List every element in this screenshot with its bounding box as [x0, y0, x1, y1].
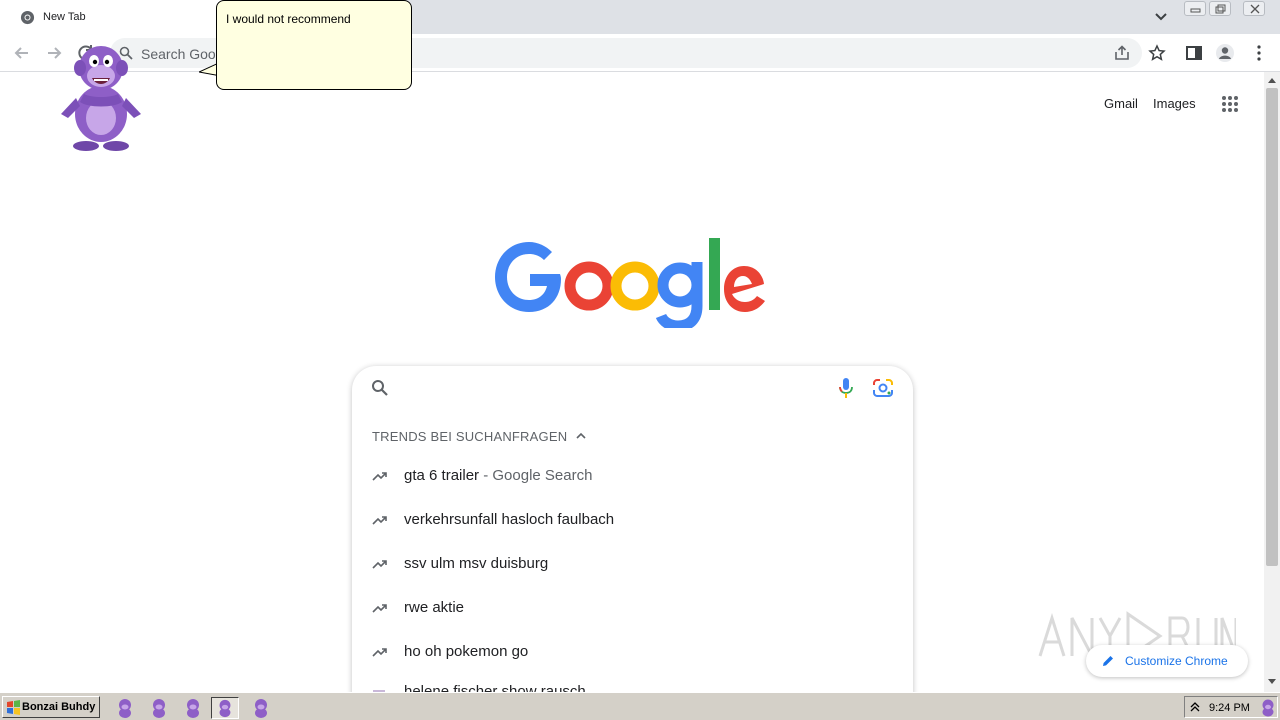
bonzi-task-icon[interactable] — [179, 697, 207, 719]
bonzi-task-icon[interactable] — [111, 697, 139, 719]
back-arrow-icon[interactable] — [12, 43, 32, 63]
start-button[interactable]: Bonzai Buhdy — [2, 696, 100, 718]
start-button-label: Bonzai Buhdy — [22, 701, 96, 713]
trending-up-icon — [372, 472, 387, 481]
trending-up-icon — [372, 516, 387, 525]
speech-bubble-text: I would not recommend — [226, 12, 351, 26]
suggestion-text: ssv ulm msv duisburg — [404, 555, 549, 572]
trending-up-icon — [372, 604, 387, 613]
speech-bubble[interactable]: I would not recommend — [216, 0, 412, 90]
trending-up-icon — [372, 560, 387, 569]
bonzi-task-icon-active[interactable] — [211, 697, 239, 719]
minimize-button[interactable] — [1184, 1, 1206, 16]
tab-strip: New Tab — [0, 0, 1280, 34]
google-lens-camera-icon[interactable] — [872, 378, 894, 398]
chrome-icon — [20, 10, 35, 25]
trend-suggestion[interactable]: gta 6 trailer - Google Search — [352, 456, 913, 500]
page-scrollbar[interactable] — [1264, 72, 1280, 692]
trend-suggestion[interactable]: ho oh pokemon go — [352, 632, 913, 676]
scroll-down-arrow-icon[interactable] — [1268, 679, 1276, 685]
gmail-link[interactable]: Gmail — [1104, 96, 1138, 111]
trending-up-icon — [372, 648, 387, 657]
trend-suggestion[interactable]: rwe aktie — [352, 588, 913, 632]
windows-logo-icon — [7, 700, 20, 715]
customize-chrome-button[interactable]: Customize Chrome — [1086, 645, 1248, 677]
bonzi-task-icon[interactable] — [145, 697, 173, 719]
bonzi-buddy-character[interactable] — [58, 38, 144, 152]
chevron-up-icon[interactable] — [1190, 701, 1200, 713]
suggestion-text: rwe aktie — [404, 599, 465, 616]
more-menu-icon[interactable] — [1249, 43, 1269, 63]
restore-button[interactable] — [1209, 1, 1231, 16]
bookmark-star-icon[interactable] — [1148, 44, 1166, 62]
screen: New Tab Search Google Gmail Images TREND… — [0, 0, 1280, 720]
suggestion-text: gta 6 trailer — [404, 467, 480, 484]
suggestion-text: ho oh pokemon go — [404, 643, 529, 660]
search-box-dropdown[interactable]: TRENDS BEI SUCHANFRAGEN gta 6 trailer - … — [352, 366, 913, 706]
trend-suggestion[interactable]: ssv ulm msv duisburg — [352, 544, 913, 588]
share-icon[interactable] — [1113, 44, 1131, 62]
scroll-up-arrow-icon[interactable] — [1268, 77, 1276, 83]
close-button[interactable] — [1243, 1, 1265, 16]
search-icon — [372, 380, 388, 396]
scroll-thumb[interactable] — [1266, 88, 1278, 566]
trend-suggestion[interactable]: verkehrsunfall hasloch faulbach — [352, 500, 913, 544]
google-logo — [495, 238, 765, 328]
tab-title: New Tab — [43, 11, 86, 23]
pencil-icon — [1103, 656, 1113, 666]
customize-chrome-label: Customize Chrome — [1125, 654, 1228, 668]
suggestion-text: verkehrsunfall hasloch faulbach — [404, 511, 615, 528]
taskbar: Bonzai Buhdy 9:24 PM — [0, 692, 1280, 720]
trends-heading: TRENDS BEI SUCHANFRAGEN — [372, 429, 568, 444]
clock[interactable]: 9:24 PM — [1209, 702, 1250, 714]
tab-search-chevron-icon[interactable] — [1151, 8, 1171, 26]
bonzi-task-icon[interactable] — [247, 697, 275, 719]
google-apps-icon[interactable] — [1221, 95, 1239, 113]
browser-toolbar: Search Google or type a URL — [0, 34, 1280, 72]
tab-new-tab[interactable]: New Tab — [0, 0, 230, 34]
voice-search-mic-icon[interactable] — [836, 377, 856, 399]
suggestion-suffix: - Google Search — [479, 467, 593, 484]
chevron-up-icon[interactable] — [575, 430, 587, 442]
bonzi-tray-icon[interactable] — [1259, 698, 1277, 717]
images-link[interactable]: Images — [1153, 96, 1196, 111]
system-tray: 9:24 PM — [1184, 696, 1278, 718]
profile-avatar-icon[interactable] — [1215, 43, 1235, 63]
side-panel-icon[interactable] — [1184, 43, 1204, 63]
